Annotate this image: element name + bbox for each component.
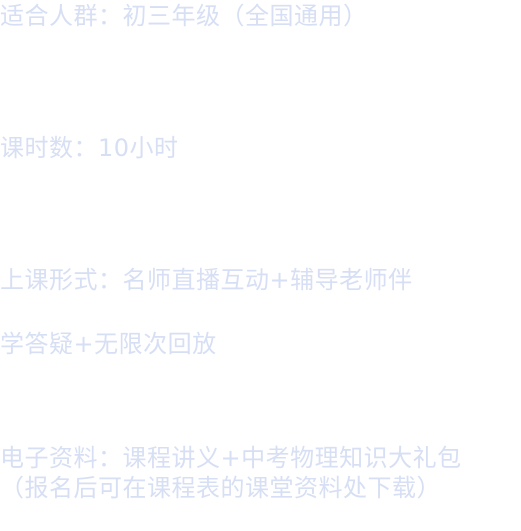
format-text-line1: 上课形式：名师直播互动+辅导老师伴 (0, 266, 413, 294)
format-text-line2: 学答疑+无限次回放 (0, 330, 217, 358)
audience-text: 适合人群：初三年级（全国通用） (0, 2, 368, 30)
hours-text: 课时数：10小时 (0, 134, 179, 162)
materials-text-line2: （报名后可在课程表的课堂资料处下载） (0, 474, 441, 502)
materials-text-line1: 电子资料：课程讲义+中考物理知识大礼包 (0, 444, 462, 472)
